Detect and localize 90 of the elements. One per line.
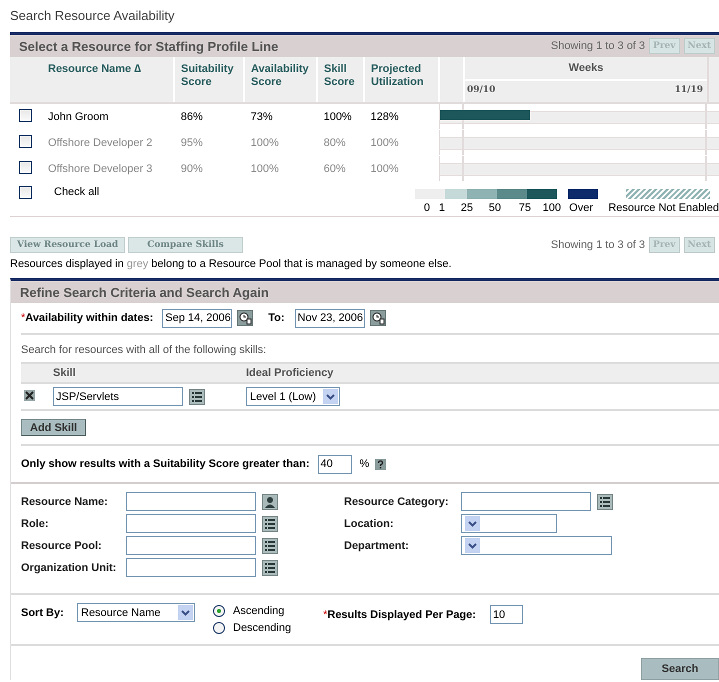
column-header: Suitability Score [181, 63, 234, 88]
text-field[interactable] [461, 492, 591, 511]
week-label: 11/19 [674, 85, 703, 95]
table-cell: 95% [180, 136, 203, 148]
delete-icon[interactable] [24, 390, 35, 400]
field-label: Department: [344, 540, 409, 552]
table-cell: 100% [324, 110, 352, 122]
score-field[interactable]: 40 [318, 454, 352, 474]
list-icon[interactable] [597, 494, 613, 510]
field-label: Resource Category: [344, 496, 449, 508]
text-field[interactable] [126, 536, 256, 555]
table-cell: 100% [370, 162, 399, 174]
table-cell: 100% [250, 162, 279, 174]
list-icon[interactable] [262, 538, 278, 554]
checkbox[interactable] [19, 134, 32, 148]
table-cell: 86% [180, 110, 203, 122]
legend-label: 0 [424, 202, 430, 214]
week-label: 09/10 [467, 85, 496, 95]
table-cell: Offshore Developer 2 [48, 136, 152, 148]
table-cell: 100% [250, 136, 279, 148]
unit-label: % [360, 458, 370, 470]
paging-text: Showing 1 to 3 of 3 [550, 40, 646, 52]
help-icon[interactable] [375, 458, 386, 470]
column-header: Ideal Proficiency [246, 367, 334, 379]
legend-label: Resource Not Enabled [608, 202, 719, 214]
field-label: Role: [21, 518, 48, 530]
table-cell: 73% [250, 110, 273, 122]
list-icon[interactable] [262, 516, 278, 532]
column-header[interactable]: Resource Name ∆ [48, 63, 141, 75]
legend-label: 50 [488, 202, 501, 214]
search-button[interactable]: Search [641, 658, 719, 680]
field-label: Availability within dates: [25, 312, 154, 324]
page-title: Search Resource Availability [10, 8, 175, 23]
table-cell: 100% [370, 136, 399, 148]
radio-button[interactable] [213, 605, 225, 617]
field-label: Sort By: [21, 607, 64, 619]
field-label: Location: [344, 518, 394, 530]
legend-label: 75 [518, 202, 531, 214]
radio-label: Ascending [233, 605, 284, 617]
check-all-label: Check all [54, 186, 100, 198]
weeks-header: Weeks [568, 62, 604, 74]
radio-label: Descending [233, 622, 292, 634]
table-cell: Offshore Developer 3 [48, 162, 152, 174]
legend-label: 100 [542, 202, 561, 214]
field-label: To: [268, 312, 285, 324]
proficiency-dropdown[interactable]: Level 1 (Low) [246, 387, 340, 406]
radio-button[interactable] [213, 622, 225, 634]
column-header: Skill Score [324, 63, 355, 88]
add-skill-button[interactable]: Add Skill [21, 419, 86, 436]
date-field[interactable]: Sep 14, 2006 [162, 308, 232, 328]
dropdown[interactable] [461, 514, 557, 533]
text-field[interactable] [126, 558, 256, 577]
field-label: Resource Pool: [21, 540, 102, 552]
field-label: Results Displayed Per Page: [327, 608, 476, 620]
column-header: Availability Score [251, 63, 309, 88]
table-cell: 90% [180, 162, 203, 174]
section-title: Refine Search Criteria and Search Again [20, 284, 269, 300]
checkbox[interactable] [19, 186, 32, 199]
checkbox[interactable] [19, 160, 32, 174]
section-title: Select a Resource for Staffing Profile Line [19, 38, 278, 54]
person-icon[interactable] [262, 494, 278, 510]
calendar-icon[interactable] [237, 310, 254, 326]
field-label: Organization Unit: [21, 562, 116, 574]
dropdown[interactable] [461, 536, 612, 555]
column-header: Projected Utilization [371, 63, 424, 88]
checkbox[interactable] [19, 108, 32, 122]
required-mark: * [323, 608, 328, 620]
legend-label: 25 [460, 202, 473, 214]
column-header: Skill [53, 367, 76, 379]
list-icon[interactable] [189, 388, 205, 404]
field-label: Resource Name: [21, 496, 108, 508]
text-field[interactable] [126, 514, 256, 533]
per-page-field[interactable]: 10 [490, 605, 523, 624]
field-label: Only show results with a Suitability Score greater than: [21, 458, 310, 470]
skill-field[interactable]: JSP/Servlets [53, 387, 183, 406]
note-text: Resources displayed in grey belong to a Resource Pool that is managed by someone else. [10, 258, 453, 270]
date-field[interactable]: Nov 23, 2006 [294, 308, 365, 328]
table-cell: John Groom [48, 110, 108, 122]
legend-label: 1 [438, 202, 445, 214]
required-mark: * [21, 312, 26, 324]
list-icon[interactable] [262, 560, 278, 576]
legend-label: Over [569, 202, 593, 214]
sort-dropdown[interactable]: Resource Name [77, 603, 195, 622]
table-cell: 80% [324, 136, 346, 148]
table-cell: 60% [324, 162, 346, 174]
paging-text: Showing 1 to 3 of 3 [550, 239, 646, 251]
table-cell: 128% [370, 110, 399, 122]
instruction-text: Search for resources with all of the following skills: [21, 344, 266, 356]
text-field[interactable] [126, 492, 256, 511]
calendar-icon[interactable] [370, 310, 386, 326]
